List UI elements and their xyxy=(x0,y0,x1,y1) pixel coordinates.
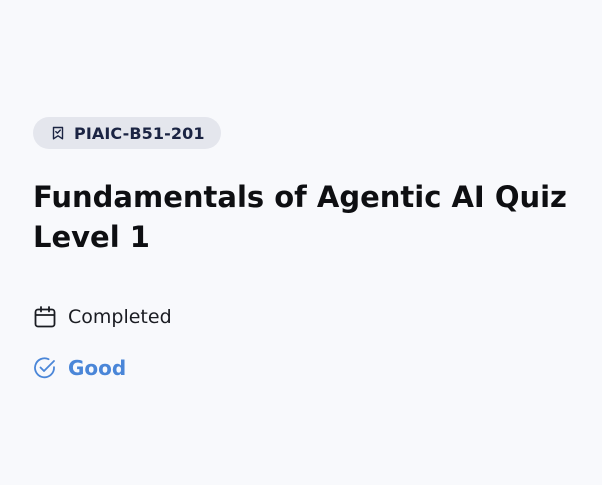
calendar-icon xyxy=(34,306,56,328)
check-circle-icon xyxy=(34,357,55,379)
status-row: Completed xyxy=(33,305,172,329)
quiz-code: PIAIC-B51-201 xyxy=(74,123,205,143)
grade-row: Good xyxy=(33,356,126,380)
quiz-code-badge: PIAIC-B51-201 xyxy=(33,117,221,149)
grade-text: Good xyxy=(68,356,127,380)
bookmark-check-icon xyxy=(52,126,64,140)
quiz-card: PIAIC-B51-201 Fundamentals of Agentic AI… xyxy=(0,0,602,485)
quiz-title: Fundamentals of Agentic AI Quiz Level 1 xyxy=(33,180,567,254)
status-text: Completed xyxy=(68,306,172,328)
